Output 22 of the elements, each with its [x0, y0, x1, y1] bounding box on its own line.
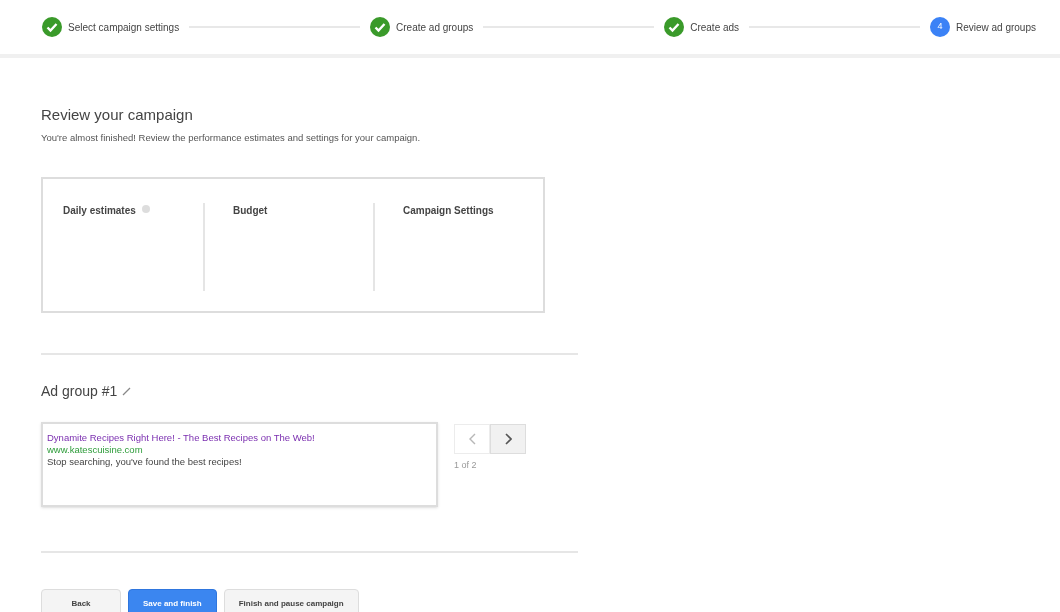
save-button[interactable]: Save and finish [128, 588, 217, 612]
chevron-left-icon [468, 432, 476, 445]
page-heading: Review your campaign [41, 105, 194, 125]
step-label: Create ads [690, 20, 740, 35]
step-label: Select campaign settings [68, 20, 180, 35]
ad-group-title: Ad group #1 [41, 381, 118, 401]
chevron-right-icon [504, 432, 512, 445]
pencil-icon[interactable] [122, 386, 132, 396]
next-button[interactable] [490, 423, 526, 454]
column-title: Campaign Settings [403, 203, 494, 218]
ad-description: Stop searching, you've found the best recipes! [47, 455, 243, 468]
page-subheading: You're almost finished! Review the performance estimates and settings for your campaign. [41, 130, 422, 145]
ad-url: www.katescuisine.com [47, 443, 144, 456]
column-title: Daily estimates [63, 203, 136, 218]
action-button[interactable]: Finish and pause campaign [223, 588, 359, 612]
step-label: Review ad groups [955, 20, 1036, 35]
column-title: Budget [233, 203, 268, 218]
step-number: 4 [929, 17, 950, 37]
step-label: Create ad groups [396, 20, 474, 35]
ad-headline[interactable]: Dynamite Recipes Right Here! - The Best Recipes on The Web! [47, 431, 432, 444]
action-button[interactable]: Back [41, 588, 121, 612]
pager-text: 1 of 2 [454, 458, 478, 472]
